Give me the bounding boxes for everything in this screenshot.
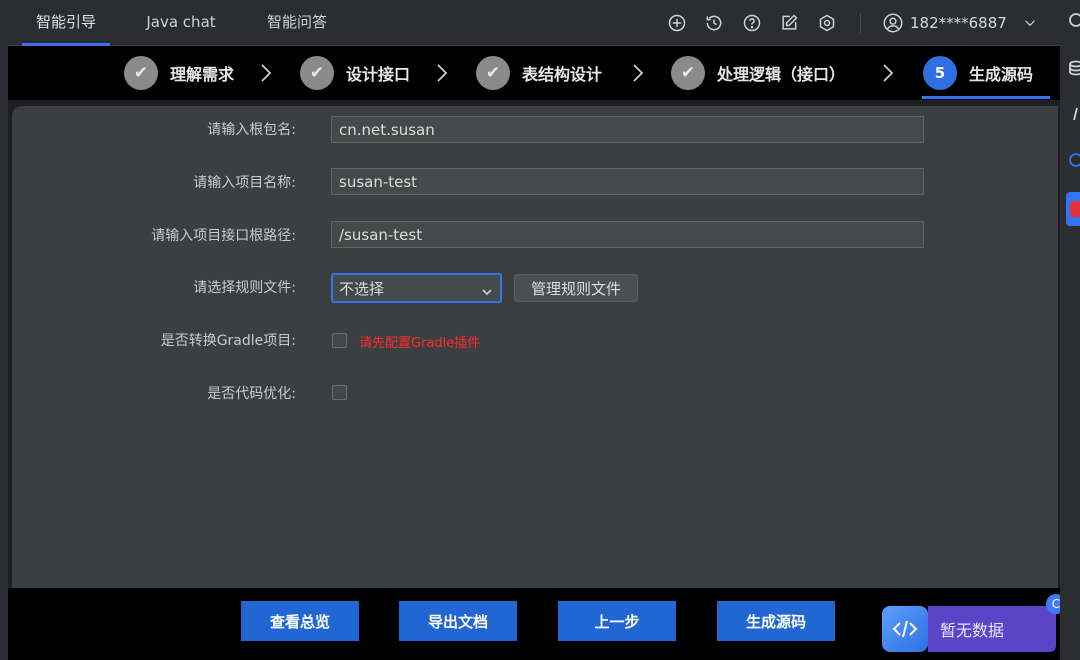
optimize-label: 是否代码优化:: [207, 386, 296, 402]
api-root-path-label: 请输入项目接口根路径:: [151, 228, 296, 244]
settings-icon[interactable]: [815, 11, 839, 35]
help-icon[interactable]: [740, 11, 764, 35]
chevron-down-icon: [482, 283, 492, 296]
top-bar: 智能引导 Java chat 智能问答 182****6887: [8, 0, 1060, 46]
check-icon: ✔: [671, 56, 705, 90]
right-tool-strip: [1060, 0, 1080, 660]
step-label: 理解需求: [170, 65, 235, 84]
step-processing-logic[interactable]: ✔ 处理逻辑（接口）: [671, 46, 845, 100]
chevron-right-icon: [258, 60, 274, 86]
info-icon[interactable]: [1068, 152, 1080, 168]
view-overview-button[interactable]: 查看总览: [241, 601, 359, 641]
step-label: 表结构设计: [522, 65, 603, 84]
edit-icon[interactable]: [777, 11, 801, 35]
user-icon: [883, 13, 903, 33]
step-progress: ✔ 理解需求 ✔ 设计接口 ✔ 表结构设计 ✔ 处理逻辑（接口） 5 生成源码: [8, 46, 1060, 100]
export-docs-button[interactable]: 导出文档: [399, 601, 517, 641]
database-icon[interactable]: [1068, 60, 1080, 76]
add-circle-icon[interactable]: [665, 11, 689, 35]
step-label: 处理逻辑（接口）: [717, 65, 846, 84]
chevron-right-icon: [630, 60, 646, 86]
check-icon: ✔: [300, 56, 334, 90]
tool-icon[interactable]: [1068, 12, 1080, 28]
api-root-path-input[interactable]: [331, 221, 924, 248]
previous-step-button[interactable]: 上一步: [558, 601, 676, 641]
check-icon: ✔: [124, 56, 158, 90]
step-label: 生成源码: [969, 65, 1034, 84]
tab-smart-qa[interactable]: 智能问答: [258, 0, 336, 46]
step-design-api[interactable]: ✔ 设计接口: [300, 46, 410, 100]
chevron-right-icon: [880, 60, 896, 86]
header-divider: [860, 13, 861, 33]
plugin-icon[interactable]: [1066, 192, 1080, 226]
step-generate-source[interactable]: 5 生成源码: [923, 46, 1033, 100]
optimize-checkbox[interactable]: [332, 385, 347, 400]
step-understand-requirements[interactable]: ✔ 理解需求: [124, 46, 234, 100]
step-number: 5: [923, 56, 957, 90]
chevron-down-icon: [1024, 20, 1035, 27]
user-menu[interactable]: 182****6887: [882, 0, 1039, 46]
tab-smart-guide[interactable]: 智能引导: [22, 0, 110, 46]
code-icon: [892, 620, 918, 638]
user-name: 182****6887: [910, 14, 1007, 32]
project-name-input[interactable]: [331, 168, 924, 195]
root-package-input[interactable]: [331, 116, 924, 143]
tab-java-chat[interactable]: Java chat: [136, 0, 226, 46]
gradle-checkbox[interactable]: [332, 333, 347, 348]
no-data-panel: 暂无数据: [928, 606, 1056, 652]
generate-source-button[interactable]: 生成源码: [717, 601, 835, 641]
manage-rule-files-button[interactable]: 管理规则文件: [514, 274, 638, 302]
active-step-indicator: [922, 96, 1050, 99]
rule-file-label: 请选择规则文件:: [193, 280, 296, 296]
step-label: 设计接口: [346, 65, 411, 84]
code-assistant-button[interactable]: [882, 606, 928, 652]
gradle-label: 是否转换Gradle项目:: [160, 333, 296, 349]
history-icon[interactable]: [702, 11, 726, 35]
root-package-label: 请输入根包名:: [207, 122, 296, 138]
italic-icon[interactable]: [1068, 106, 1080, 122]
gradle-warning: 请先配置Gradle插件: [359, 336, 481, 351]
rule-file-select[interactable]: 不选择: [331, 273, 502, 303]
project-name-label: 请输入项目名称:: [193, 175, 296, 191]
check-icon: ✔: [476, 56, 510, 90]
chevron-right-icon: [434, 60, 450, 86]
config-form: 请输入根包名: 请输入项目名称: 请输入项目接口根路径: 请选择规则文件: 不选…: [12, 106, 1058, 588]
editor-gutter: [0, 0, 8, 660]
rule-file-selected: 不选择: [339, 279, 385, 298]
step-table-design[interactable]: ✔ 表结构设计: [476, 46, 602, 100]
